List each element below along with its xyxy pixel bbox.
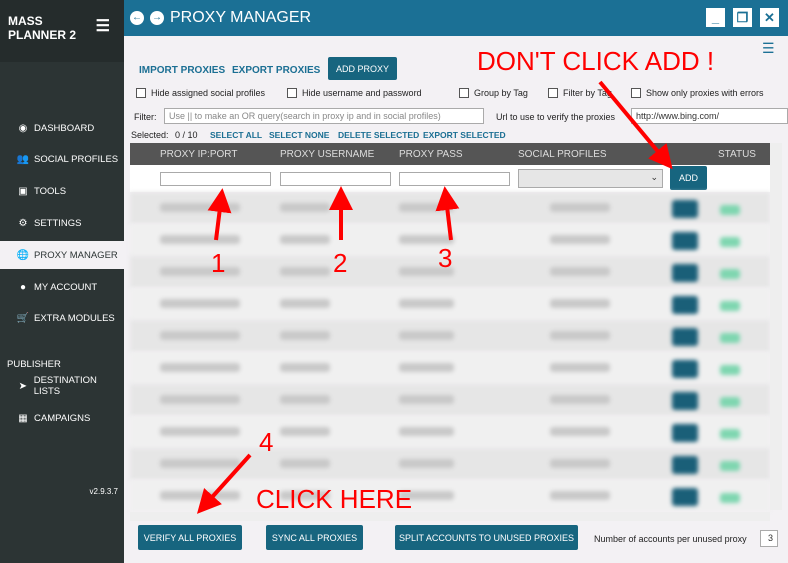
dont-click-annotation: DON'T CLICK ADD ! xyxy=(477,46,715,76)
arrow-4 xyxy=(196,453,252,514)
annotation-4: 4 xyxy=(259,427,274,457)
annotation-arrows xyxy=(196,80,673,514)
annotation-2: 2 xyxy=(333,248,348,278)
arrow-1 xyxy=(207,188,232,241)
arrow-3 xyxy=(435,186,460,241)
annotation-1: 1 xyxy=(211,248,226,278)
arrow-to-add xyxy=(598,80,673,170)
annotation-3: 3 xyxy=(438,243,453,273)
click-here-annotation: CLICK HERE xyxy=(256,484,413,514)
